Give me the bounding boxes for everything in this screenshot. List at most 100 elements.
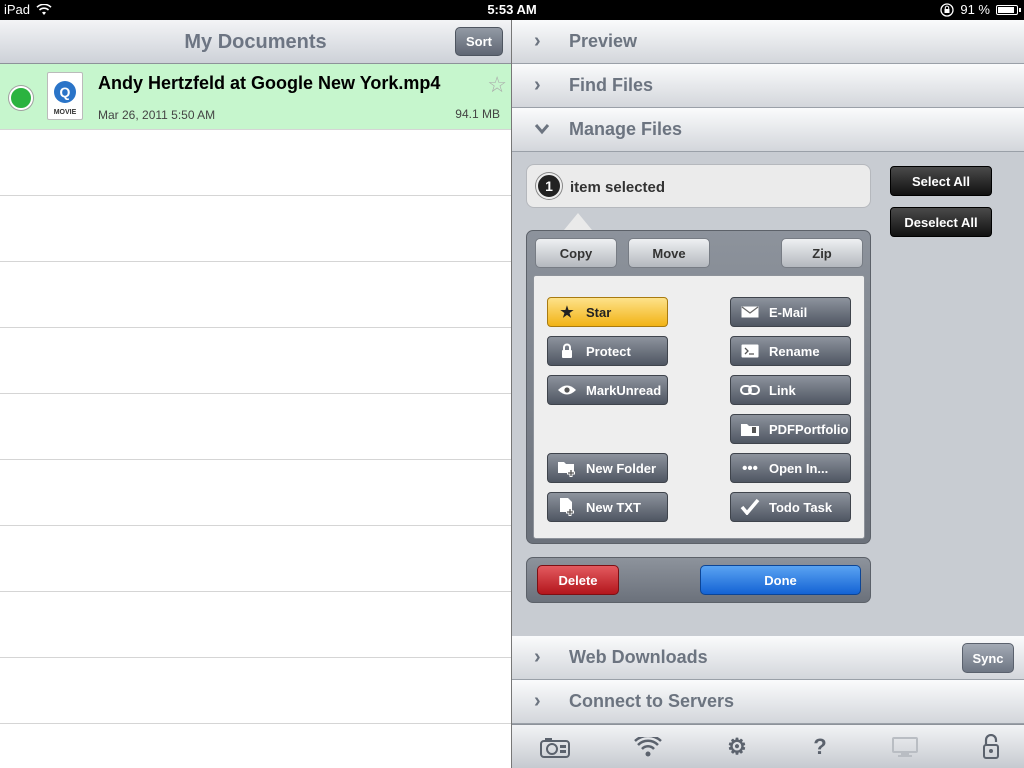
empty-row bbox=[0, 130, 511, 196]
mark-unread-button[interactable]: MarkUnread bbox=[547, 375, 668, 405]
star-label: Star bbox=[586, 304, 612, 320]
new-file-icon bbox=[556, 497, 578, 517]
pdf-portfolio-label: PDFPortfolio bbox=[769, 421, 849, 437]
monitor-icon bbox=[890, 733, 920, 761]
checkmark-icon bbox=[739, 499, 761, 515]
section-preview[interactable]: › Preview bbox=[512, 20, 1024, 64]
more-dots-icon: ••• bbox=[742, 459, 758, 477]
chevron-down-icon bbox=[534, 124, 550, 135]
battery-icon bbox=[996, 4, 1021, 15]
empty-row bbox=[0, 394, 511, 460]
empty-row bbox=[0, 262, 511, 328]
clock: 5:53 AM bbox=[487, 2, 537, 17]
status-right: 91 % bbox=[940, 2, 1021, 17]
section-title: Find Files bbox=[569, 75, 654, 95]
file-row[interactable]: Q MOVIE Andy Hertzfeld at Google New Yor… bbox=[0, 64, 511, 130]
section-manage-files[interactable]: Manage Files bbox=[512, 108, 1024, 152]
empty-row bbox=[0, 658, 511, 724]
link-label: Link bbox=[769, 382, 796, 398]
callout-pointer bbox=[564, 213, 592, 230]
todo-task-button[interactable]: Todo Task bbox=[730, 492, 851, 522]
delete-button[interactable]: Delete bbox=[537, 565, 619, 595]
documents-pane: My Documents Sort Q MOVIE Andy Hertzfeld… bbox=[0, 20, 511, 768]
portfolio-folder-icon bbox=[739, 421, 761, 437]
help-icon[interactable]: ? bbox=[805, 733, 835, 761]
actions-grid: ★ Star Protect MarkUnread New Folder New… bbox=[533, 275, 865, 539]
new-folder-icon bbox=[556, 459, 578, 477]
sync-button[interactable]: Sync bbox=[962, 643, 1014, 673]
page-title: My Documents bbox=[184, 31, 327, 53]
actions-panel: Copy Move Zip ★ Star Protect MarkUnread … bbox=[526, 230, 871, 544]
selected-count-badge: 1 bbox=[536, 173, 562, 199]
section-title: Connect to Servers bbox=[569, 691, 735, 711]
protect-label: Protect bbox=[586, 343, 631, 359]
empty-row bbox=[0, 328, 511, 394]
bottom-toolbar: ⚙ ? bbox=[512, 724, 1024, 768]
deselect-all-button[interactable]: Deselect All bbox=[890, 207, 992, 237]
section-web-downloads[interactable]: › Web Downloads Sync bbox=[512, 636, 1024, 680]
star-icon: ★ bbox=[560, 304, 574, 321]
gear-icon[interactable]: ⚙ bbox=[722, 733, 752, 761]
section-connect-servers[interactable]: › Connect to Servers bbox=[512, 680, 1024, 724]
terminal-icon bbox=[739, 344, 761, 358]
eye-icon bbox=[556, 384, 578, 396]
battery-percent: 91 % bbox=[960, 2, 990, 17]
pdf-portfolio-button[interactable]: PDFPortfolio bbox=[730, 414, 851, 444]
lock-icon bbox=[556, 343, 578, 359]
section-title: Preview bbox=[569, 31, 638, 51]
chevron-right-icon: › bbox=[534, 74, 541, 96]
selection-indicator[interactable] bbox=[9, 86, 33, 110]
sort-button[interactable]: Sort bbox=[455, 27, 503, 56]
open-in-label: Open In... bbox=[769, 460, 829, 476]
chevron-right-icon: › bbox=[534, 30, 541, 52]
manage-files-panel: 1 item selected Select All Deselect All … bbox=[512, 152, 1024, 636]
empty-row bbox=[0, 196, 511, 262]
file-name: Andy Hertzfeld at Google New York.mp4 bbox=[98, 73, 441, 93]
file-size: 94.1 MB bbox=[455, 107, 500, 121]
new-folder-label: New Folder bbox=[586, 460, 657, 476]
camera-icon[interactable] bbox=[540, 733, 570, 761]
tools-pane: › Preview › Find Files Manage Files 1 it… bbox=[512, 20, 1024, 768]
rename-button[interactable]: Rename bbox=[730, 336, 851, 366]
chevron-right-icon: › bbox=[534, 690, 541, 712]
copy-button[interactable]: Copy bbox=[535, 238, 617, 268]
new-txt-button[interactable]: New TXT bbox=[547, 492, 668, 522]
file-type-label: MOVIE bbox=[53, 109, 77, 116]
chevron-right-icon: › bbox=[534, 646, 541, 668]
orientation-lock-icon bbox=[940, 2, 955, 17]
zip-button[interactable]: Zip bbox=[781, 238, 863, 268]
empty-row bbox=[0, 592, 511, 658]
quicktime-movie-icon: Q MOVIE bbox=[47, 72, 83, 120]
empty-row bbox=[0, 526, 511, 592]
section-title: Web Downloads bbox=[569, 647, 708, 667]
email-button[interactable]: E-Mail bbox=[730, 297, 851, 327]
mark-unread-label: MarkUnread bbox=[586, 382, 662, 398]
open-in-button[interactable]: ••• Open In... bbox=[730, 453, 851, 483]
section-title: Manage Files bbox=[569, 119, 683, 139]
email-label: E-Mail bbox=[769, 304, 808, 320]
select-all-button[interactable]: Select All bbox=[890, 166, 992, 196]
done-button[interactable]: Done bbox=[700, 565, 861, 595]
lock-icon[interactable] bbox=[976, 733, 1006, 761]
envelope-icon bbox=[739, 306, 761, 318]
section-find-files[interactable]: › Find Files bbox=[512, 64, 1024, 108]
move-button[interactable]: Move bbox=[628, 238, 710, 268]
star-button[interactable]: ★ Star bbox=[547, 297, 668, 327]
rename-label: Rename bbox=[769, 343, 820, 359]
documents-header: My Documents Sort bbox=[0, 20, 511, 64]
status-bar: iPad 5:53 AM 91 % bbox=[0, 0, 1024, 20]
wifi-icon[interactable] bbox=[633, 733, 663, 761]
ipad-screen: iPad 5:53 AM 91 % My Documents Sort Q MO… bbox=[0, 0, 1024, 768]
todo-task-label: Todo Task bbox=[769, 499, 833, 515]
new-txt-label: New TXT bbox=[586, 499, 641, 515]
chain-link-icon bbox=[739, 384, 761, 396]
empty-row bbox=[0, 460, 511, 526]
selection-summary: 1 item selected bbox=[526, 164, 871, 208]
favorite-star-icon[interactable]: ☆ bbox=[487, 72, 507, 98]
file-date: Mar 26, 2011 5:50 AM bbox=[98, 108, 216, 122]
selected-text: item selected bbox=[570, 179, 666, 196]
link-button[interactable]: Link bbox=[730, 375, 851, 405]
protect-button[interactable]: Protect bbox=[547, 336, 668, 366]
new-folder-button[interactable]: New Folder bbox=[547, 453, 668, 483]
confirm-panel: Delete Done bbox=[526, 557, 871, 603]
